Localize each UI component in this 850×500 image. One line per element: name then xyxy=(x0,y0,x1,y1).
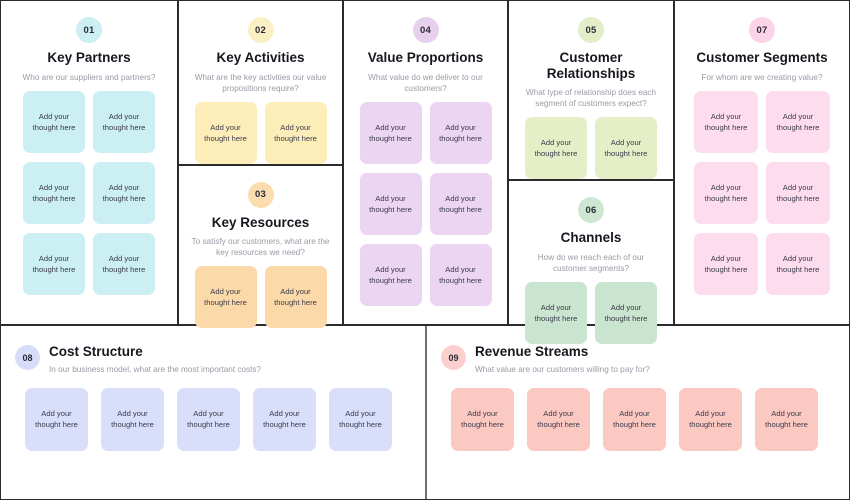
block-customer-segments[interactable]: 07 Customer Segments For whom are we cre… xyxy=(675,1,849,324)
sticky-note[interactable]: Add your thought here xyxy=(177,387,240,451)
sticky-note[interactable]: Add your thought here xyxy=(264,266,327,329)
notes-row: Add your thought here Add your thought here… xyxy=(15,387,411,451)
sticky-note[interactable]: Add your thought here xyxy=(253,387,316,451)
block-number-badge: 01 xyxy=(76,17,102,43)
block-header: 09 Revenue Streams What value are our cu… xyxy=(441,344,835,374)
sticky-note[interactable]: Add your thought here xyxy=(694,232,758,295)
block-subtitle: How do we reach each of our customer seg… xyxy=(537,252,645,273)
block-subtitle: Who are our suppliers and partners? xyxy=(22,72,156,82)
block-number-badge: 03 xyxy=(247,181,274,208)
block-subtitle: What are the key activities our value pr… xyxy=(194,72,327,93)
sticky-note[interactable]: Add your thought here xyxy=(429,243,492,306)
sticky-note[interactable]: Add your thought here xyxy=(755,387,818,451)
sticky-note[interactable]: Add your thought here xyxy=(766,232,830,295)
business-model-canvas: 01 Key Partners Who are our suppliers an… xyxy=(0,0,850,500)
block-customer-relationships[interactable]: 05 Customer Relationships What type of r… xyxy=(509,1,673,180)
column-customer-segments: 07 Customer Segments For whom are we cre… xyxy=(673,1,849,324)
block-key-resources[interactable]: 03 Key Resources To satisfy our customer… xyxy=(179,163,342,329)
block-key-partners[interactable]: 01 Key Partners Who are our suppliers an… xyxy=(1,1,177,324)
sticky-note[interactable]: Add your thought here xyxy=(194,266,257,329)
sticky-note[interactable]: Add your thought here xyxy=(694,161,758,224)
sticky-note[interactable]: Add your thought here xyxy=(679,387,742,451)
block-header: 08 Cost Structure In our business model,… xyxy=(15,344,411,374)
block-number-badge: 09 xyxy=(441,345,466,370)
block-subtitle: To satisfy our customers, what are the k… xyxy=(191,237,330,258)
block-number-badge: 08 xyxy=(15,345,40,370)
block-number-badge: 06 xyxy=(578,197,604,224)
bottom-row: 08 Cost Structure In our business model,… xyxy=(1,326,849,499)
column-key-partners: 01 Key Partners Who are our suppliers an… xyxy=(1,1,177,324)
block-subtitle: What value do we deliver to our customer… xyxy=(368,72,483,93)
sticky-note[interactable]: Add your thought here xyxy=(23,161,85,224)
sticky-note[interactable]: Add your thought here xyxy=(451,387,514,451)
block-subtitle: In our business model, what are the most… xyxy=(49,364,262,374)
sticky-note[interactable]: Add your thought here xyxy=(93,161,155,224)
block-title: Revenue Streams xyxy=(475,344,589,359)
sticky-note[interactable]: Add your thought here xyxy=(527,387,590,451)
sticky-note[interactable]: Add your thought here xyxy=(93,232,155,295)
block-heading-text: Cost Structure In our business model, wh… xyxy=(49,344,261,374)
notes-grid: Add your thought here Add your thought here… xyxy=(9,90,169,295)
sticky-note[interactable]: Add your thought here xyxy=(429,101,492,164)
notes-grid: Add your thought here Add your thought here xyxy=(517,117,665,180)
sticky-note[interactable]: Add your thought here xyxy=(766,161,830,224)
sticky-note[interactable]: Add your thought here xyxy=(25,387,88,451)
sticky-note[interactable]: Add your thought here xyxy=(93,90,155,153)
block-number-badge: 07 xyxy=(749,17,775,43)
block-title: Cost Structure xyxy=(49,344,143,359)
sticky-note[interactable]: Add your thought here xyxy=(264,101,327,164)
sticky-note[interactable]: Add your thought here xyxy=(595,117,657,180)
block-number-badge: 02 xyxy=(247,17,274,43)
block-subtitle: For whom are we creating value? xyxy=(701,72,823,82)
sticky-note[interactable]: Add your thought here xyxy=(23,90,85,153)
sticky-note[interactable]: Add your thought here xyxy=(766,90,830,153)
block-title: Key Activities xyxy=(216,50,305,65)
notes-grid: Add your thought here Add your thought here… xyxy=(683,90,841,295)
block-title: Channels xyxy=(560,230,622,246)
notes-row: Add your thought here Add your thought here… xyxy=(441,387,835,451)
sticky-note[interactable]: Add your thought here xyxy=(101,387,164,451)
block-subtitle: What type of relationship does each segm… xyxy=(525,88,657,109)
block-number-badge: 05 xyxy=(578,17,604,43)
block-title: Customer Segments xyxy=(696,50,828,65)
sticky-note[interactable]: Add your thought here xyxy=(359,101,422,164)
block-number-badge: 04 xyxy=(412,17,439,43)
sticky-note[interactable]: Add your thought here xyxy=(194,101,257,164)
notes-grid: Add your thought here Add your thought here xyxy=(187,101,334,164)
sticky-note[interactable]: Add your thought here xyxy=(329,387,392,451)
sticky-note[interactable]: Add your thought here xyxy=(429,172,492,235)
column-relationships-channels: 05 Customer Relationships What type of r… xyxy=(507,1,673,344)
notes-grid: Add your thought here Add your thought here xyxy=(187,266,334,329)
sticky-note[interactable]: Add your thought here xyxy=(23,232,85,295)
block-subtitle: What value are our customers willing to … xyxy=(475,364,650,374)
block-value-proportions[interactable]: 04 Value Proportions What value do we de… xyxy=(344,1,507,324)
notes-grid: Add your thought here Add your thought here… xyxy=(352,101,499,306)
column-key-activities-resources: 02 Key Activities What are the key activ… xyxy=(177,1,342,329)
sticky-note[interactable]: Add your thought here xyxy=(359,172,422,235)
column-value-proportions: 04 Value Proportions What value do we de… xyxy=(342,1,507,324)
sticky-note[interactable]: Add your thought here xyxy=(525,117,587,180)
block-title: Value Proportions xyxy=(367,50,484,65)
block-cost-structure[interactable]: 08 Cost Structure In our business model,… xyxy=(1,326,425,499)
block-title: Customer Relationships xyxy=(546,50,636,81)
sticky-note[interactable]: Add your thought here xyxy=(694,90,758,153)
block-revenue-streams[interactable]: 09 Revenue Streams What value are our cu… xyxy=(425,326,849,499)
block-title: Key Resources xyxy=(211,214,310,230)
block-title: Key Partners xyxy=(47,50,131,65)
block-key-activities[interactable]: 02 Key Activities What are the key activ… xyxy=(179,1,342,164)
block-heading-text: Revenue Streams What value are our custo… xyxy=(475,344,650,374)
block-channels[interactable]: 06 Channels How do we reach each of our … xyxy=(509,179,673,344)
top-row: 01 Key Partners Who are our suppliers an… xyxy=(1,1,849,344)
sticky-note[interactable]: Add your thought here xyxy=(603,387,666,451)
sticky-note[interactable]: Add your thought here xyxy=(359,243,422,306)
